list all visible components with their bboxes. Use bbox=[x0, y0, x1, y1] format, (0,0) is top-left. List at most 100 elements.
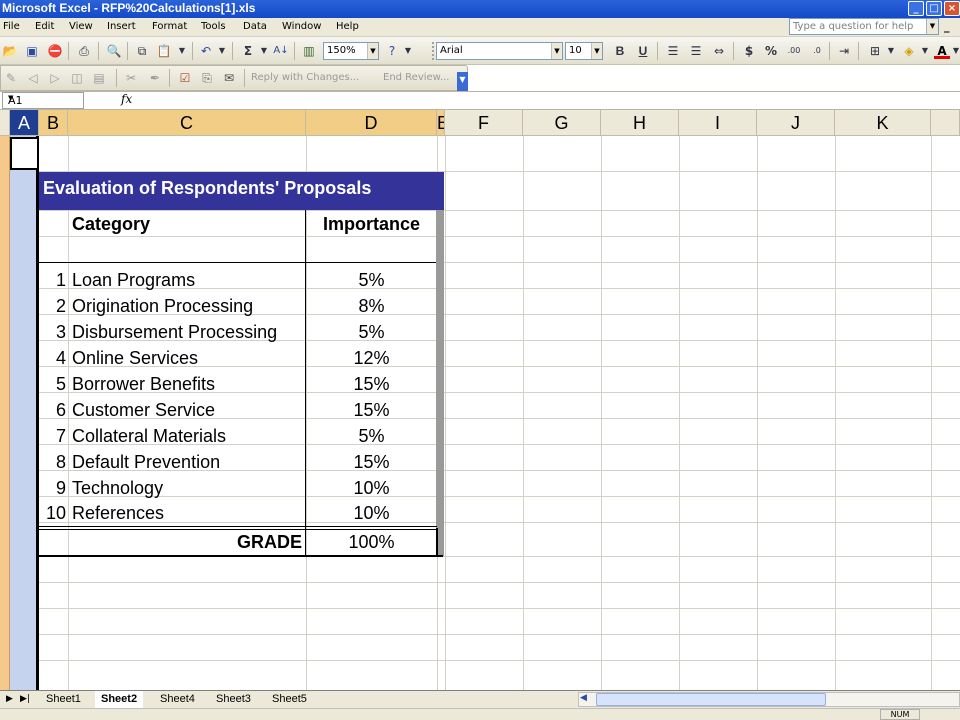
column-header-e[interactable]: E bbox=[437, 110, 445, 136]
column-header-k[interactable]: K bbox=[835, 110, 931, 136]
scroll-left-icon[interactable]: ◀ bbox=[580, 693, 587, 703]
close-button[interactable]: × bbox=[944, 1, 960, 16]
send-to-mail-icon[interactable]: ✉ bbox=[221, 70, 237, 86]
horizontal-scroll-thumb[interactable] bbox=[596, 693, 826, 706]
chevron-down-icon[interactable]: ▼ bbox=[8, 94, 81, 102]
bold-button[interactable]: B bbox=[612, 43, 628, 59]
sheet-tab[interactable]: Sheet1 bbox=[40, 691, 87, 708]
formula-input[interactable] bbox=[138, 92, 960, 109]
chevron-down-icon[interactable]: ▼ bbox=[367, 43, 378, 59]
ask-question-dropdown[interactable]: ▼ bbox=[926, 19, 938, 34]
column-header-l[interactable] bbox=[931, 110, 960, 136]
increase-indent-icon[interactable]: ⇥ bbox=[836, 43, 852, 59]
sort-ascending-icon[interactable]: A↓ bbox=[273, 43, 289, 59]
name-box[interactable]: A1 ▼ bbox=[2, 92, 84, 109]
copy-icon[interactable]: ⧉ bbox=[134, 43, 150, 59]
menu-tools[interactable]: Tools bbox=[201, 21, 226, 32]
column-header-c[interactable]: C bbox=[68, 110, 306, 136]
next-sheet-icon[interactable]: ▶ bbox=[6, 694, 13, 704]
select-all-corner[interactable] bbox=[0, 110, 10, 136]
chevron-down-icon[interactable]: ▼ bbox=[551, 43, 562, 59]
increase-decimal-icon[interactable]: .00 bbox=[786, 43, 802, 59]
last-sheet-icon[interactable]: ▶| bbox=[20, 694, 30, 704]
ask-question-box[interactable]: Type a question for help bbox=[789, 18, 939, 35]
column-header-i[interactable]: I bbox=[679, 110, 757, 136]
menu-window[interactable]: Window bbox=[282, 21, 321, 32]
toolbar-options-icon[interactable]: ▼ bbox=[457, 72, 468, 92]
font-size-combo[interactable]: 10 ▼ bbox=[565, 42, 603, 60]
new-comment-icon[interactable]: ✎ bbox=[3, 70, 19, 86]
borders-icon[interactable]: ⊞ bbox=[867, 43, 883, 59]
end-review-button[interactable]: End Review... bbox=[383, 72, 449, 83]
save-icon[interactable]: ▣ bbox=[24, 43, 40, 59]
currency-button[interactable]: $ bbox=[741, 43, 757, 59]
previous-comment-icon[interactable]: ◁ bbox=[25, 70, 41, 86]
permission-icon[interactable]: ⛔ bbox=[47, 43, 63, 59]
workbook-minimize-button[interactable]: _ bbox=[944, 20, 950, 33]
research-icon[interactable]: 🔍 bbox=[106, 43, 122, 59]
show-comment-icon[interactable]: ◫ bbox=[69, 70, 85, 86]
toolbar-separator bbox=[68, 42, 69, 60]
autosum-icon[interactable]: Σ bbox=[240, 43, 256, 59]
toolbar-separator bbox=[829, 42, 830, 60]
percent-button[interactable]: % bbox=[763, 43, 779, 59]
gridline bbox=[601, 136, 602, 690]
open-icon[interactable]: 📂 bbox=[2, 43, 18, 59]
font-name-combo[interactable]: Arial ▼ bbox=[436, 42, 563, 60]
borders-dropdown-icon[interactable]: ▼ bbox=[883, 43, 899, 59]
row-headers[interactable] bbox=[0, 136, 10, 690]
menu-data[interactable]: Data bbox=[243, 21, 267, 32]
undo-dropdown-icon[interactable]: ▼ bbox=[214, 43, 230, 59]
toolbar-options-icon[interactable]: ▼ bbox=[400, 43, 416, 59]
row-number: 2 bbox=[55, 296, 66, 316]
minimize-button[interactable]: _ bbox=[908, 1, 924, 16]
menu-view[interactable]: View bbox=[69, 21, 93, 32]
worksheet-grid[interactable]: A B C D E F G H I J K Evaluation of Resp… bbox=[0, 110, 960, 690]
create-task-icon[interactable]: ☑ bbox=[177, 70, 193, 86]
align-center-icon[interactable]: ☰ bbox=[688, 43, 704, 59]
paste-icon[interactable]: 📋 bbox=[156, 43, 172, 59]
menu-edit[interactable]: Edit bbox=[35, 21, 54, 32]
help-icon[interactable]: ? bbox=[384, 43, 400, 59]
reply-with-changes-button[interactable]: Reply with Changes... bbox=[251, 72, 359, 83]
insert-function-button[interactable]: fx bbox=[121, 92, 132, 106]
chart-wizard-icon[interactable]: ▥ bbox=[301, 43, 317, 59]
show-all-comments-icon[interactable]: ▤ bbox=[91, 70, 107, 86]
next-comment-icon[interactable]: ▷ bbox=[47, 70, 63, 86]
active-cell-a1[interactable] bbox=[10, 137, 39, 170]
underline-button[interactable]: U bbox=[635, 43, 651, 59]
ink-annotations-icon[interactable]: ✒ bbox=[147, 70, 163, 86]
autosum-dropdown-icon[interactable]: ▼ bbox=[256, 43, 272, 59]
fill-color-icon[interactable]: ◈ bbox=[901, 43, 917, 59]
merge-center-icon[interactable]: ⇔ bbox=[711, 43, 727, 59]
gridline bbox=[38, 660, 960, 661]
align-left-icon[interactable]: ☰ bbox=[665, 43, 681, 59]
column-header-f[interactable]: F bbox=[445, 110, 523, 136]
paste-dropdown-icon[interactable]: ▼ bbox=[174, 43, 190, 59]
delete-comment-icon[interactable]: ✂ bbox=[123, 70, 139, 86]
fill-color-dropdown-icon[interactable]: ▼ bbox=[917, 43, 933, 59]
menu-format[interactable]: Format bbox=[152, 21, 187, 32]
menu-help[interactable]: Help bbox=[336, 21, 359, 32]
print-icon[interactable]: ⎙ bbox=[76, 43, 92, 59]
chevron-down-icon[interactable]: ▼ bbox=[591, 43, 602, 59]
font-color-dropdown-icon[interactable]: ▼ bbox=[948, 43, 960, 59]
column-header-b[interactable]: B bbox=[39, 110, 68, 136]
sheet-tab-active[interactable]: Sheet2 bbox=[95, 691, 144, 708]
sheet-tab[interactable]: Sheet3 bbox=[210, 691, 257, 708]
toolbar-grip[interactable] bbox=[432, 42, 435, 60]
column-header-h[interactable]: H bbox=[601, 110, 679, 136]
maximize-button[interactable]: □ bbox=[926, 1, 942, 16]
sheet-tab[interactable]: Sheet5 bbox=[266, 691, 313, 708]
zoom-combo[interactable]: 150% ▼ bbox=[323, 42, 379, 60]
column-header-g[interactable]: G bbox=[523, 110, 601, 136]
update-file-icon[interactable]: ⎘ bbox=[199, 70, 215, 86]
sheet-tab[interactable]: Sheet4 bbox=[154, 691, 201, 708]
column-header-j[interactable]: J bbox=[757, 110, 835, 136]
column-header-a[interactable]: A bbox=[10, 110, 39, 136]
menu-insert[interactable]: Insert bbox=[107, 21, 136, 32]
menu-file[interactable]: File bbox=[3, 21, 20, 32]
undo-icon[interactable]: ↶ bbox=[198, 43, 214, 59]
decrease-decimal-icon[interactable]: .0 bbox=[809, 43, 825, 59]
column-header-d[interactable]: D bbox=[306, 110, 437, 136]
